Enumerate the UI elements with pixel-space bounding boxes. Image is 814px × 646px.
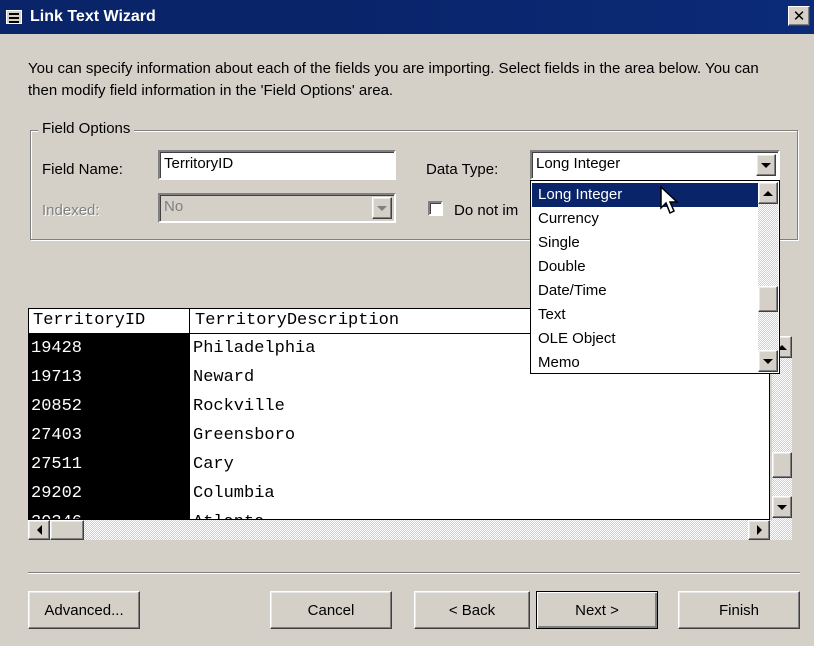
next-button[interactable]: Next > [536,591,658,629]
grid-horizontal-scrollbar[interactable] [28,520,792,540]
title-bar[interactable]: Link Text Wizard ✕ [0,0,814,34]
cell-territoryid: 20852 [29,392,189,421]
vertical-scroll-thumb[interactable] [772,452,792,478]
advanced-button[interactable]: Advanced... [28,591,140,629]
option-ole-object[interactable]: OLE Object [532,327,758,351]
do-not-import-label: Do not im [454,202,519,219]
option-memo[interactable]: Memo [532,351,758,375]
indexed-select[interactable]: No [158,193,396,223]
cell-territoryid: 29202 [29,479,189,508]
chevron-down-icon [777,504,787,510]
field-name-label: Field Name: [42,161,123,178]
horizontal-scroll-thumb[interactable] [50,520,84,540]
table-row[interactable]: 20852 Rockville [29,392,769,421]
option-double[interactable]: Double [532,255,758,279]
table-row[interactable]: 27403 Greensboro [29,421,769,450]
chevron-down-icon [763,358,773,364]
dropdown-scroll-up-button[interactable] [758,182,778,204]
cell-territoryid: 19428 [29,334,189,363]
option-long-integer[interactable]: Long Integer [532,183,758,207]
indexed-label: Indexed: [42,202,100,219]
field-options-legend: Field Options [38,120,135,137]
close-icon: ✕ [792,7,806,25]
cancel-button[interactable]: Cancel [270,591,392,629]
column-header-territoryid[interactable]: TerritoryID [33,311,145,330]
option-date-time[interactable]: Date/Time [532,279,758,303]
finish-button[interactable]: Finish [678,591,800,629]
column-header-territorydescription[interactable]: TerritoryDescription [195,311,399,330]
data-type-label: Data Type: [426,161,499,178]
option-currency[interactable]: Currency [532,207,758,231]
scroll-left-button[interactable] [28,520,50,540]
chevron-left-icon [36,525,42,535]
cell-territoryid: 30346 [29,508,189,519]
back-button[interactable]: < Back [414,591,530,629]
data-type-value: Long Integer [536,155,621,172]
chevron-down-icon [377,205,387,211]
cell-territorydescription: Neward [193,368,255,387]
scroll-down-button[interactable] [772,496,792,518]
data-type-select[interactable]: Long Integer [530,150,780,180]
field-name-value: TerritoryID [164,155,234,172]
window-title: Link Text Wizard [30,8,156,25]
cell-territoryid: 27511 [29,450,189,479]
cell-territoryid: 27403 [29,421,189,450]
data-type-dropdown-button[interactable] [756,154,776,176]
cell-territorydescription: Cary [193,455,234,474]
cell-territorydescription: Greensboro [193,426,296,445]
indexed-dropdown-button[interactable] [372,197,392,219]
dropdown-scroll-down-button[interactable] [758,350,778,372]
form-icon [6,10,22,24]
cell-territorydescription: Atlanta [193,508,264,519]
table-row[interactable]: 27511 Cary [29,450,769,479]
option-text[interactable]: Text [532,303,758,327]
chevron-down-icon [761,162,771,168]
cell-territorydescription: Philadelphia [193,339,316,358]
cell-territorydescription: Columbia [193,484,275,503]
chevron-up-icon [763,190,773,196]
instructions-text: You can specify information about each o… [28,60,759,99]
table-row[interactable]: 30346 Atlanta [29,508,769,519]
chevron-right-icon [756,525,762,535]
mouse-cursor-icon [660,186,679,215]
close-button[interactable]: ✕ [788,6,810,26]
field-name-input[interactable]: TerritoryID [158,150,396,180]
option-single[interactable]: Single [532,231,758,255]
data-type-dropdown-list[interactable]: Long Integer Currency Single Double Date… [530,180,780,374]
do-not-import-checkbox[interactable] [428,201,443,216]
indexed-value: No [164,198,184,215]
cell-territoryid: 19713 [29,363,189,392]
footer-divider [28,572,800,574]
table-row[interactable]: 29202 Columbia [29,479,769,508]
dropdown-scroll-thumb[interactable] [758,286,778,312]
cell-territorydescription: Rockville [193,397,285,416]
scroll-right-button[interactable] [748,520,770,540]
dropdown-scrollbar[interactable] [758,182,778,372]
